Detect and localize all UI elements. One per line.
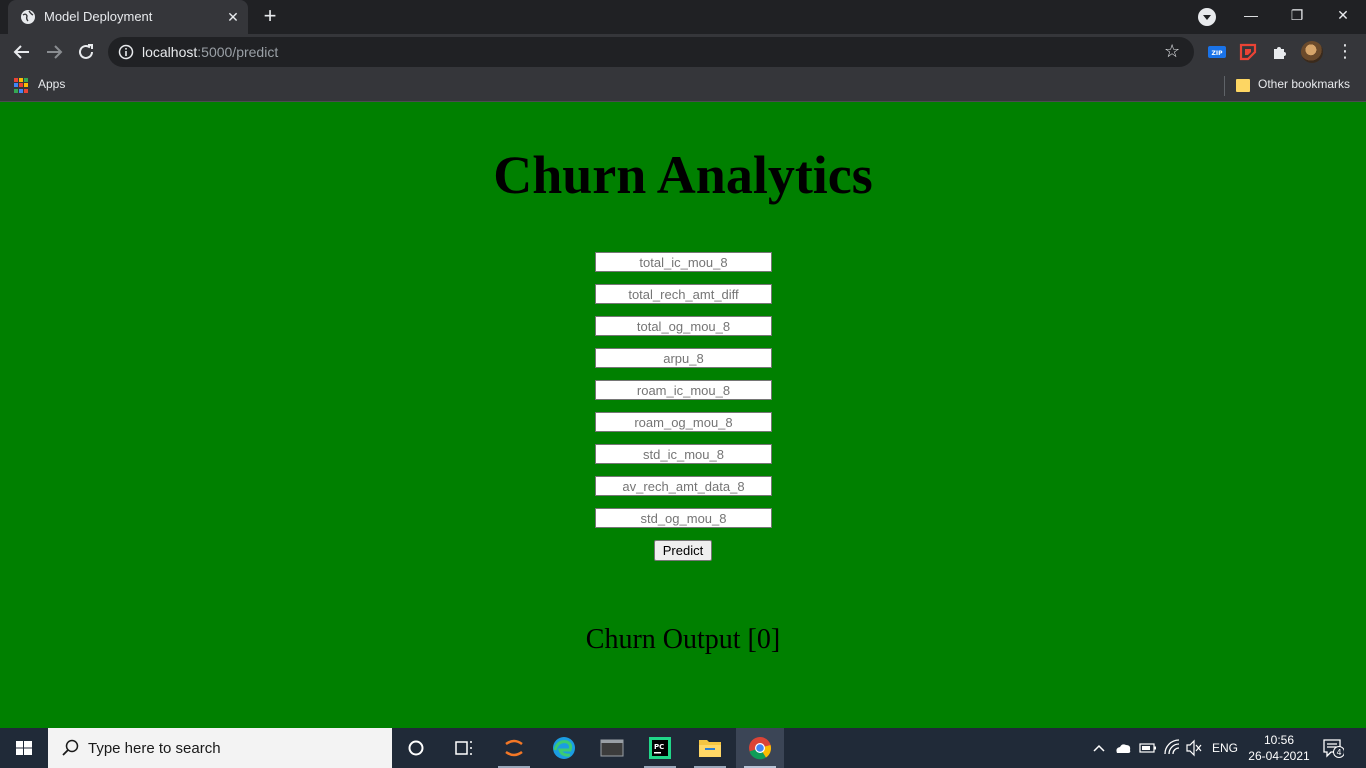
system-clock[interactable]: 10:56 26-04-2021 (1244, 732, 1314, 764)
tab-search-icon[interactable] (1198, 8, 1216, 26)
arpu-8-input[interactable] (595, 348, 772, 368)
cortana-icon[interactable] (392, 728, 440, 768)
profile-avatar[interactable] (1301, 41, 1323, 63)
chrome-taskbar-icon[interactable] (736, 728, 784, 768)
taskbar-search-placeholder: Type here to search (88, 740, 221, 757)
apps-grid-icon[interactable] (14, 78, 29, 93)
jupyter-taskbar-icon[interactable] (490, 728, 538, 768)
tab-title: Model Deployment (44, 9, 153, 24)
url-host: localhost (142, 44, 198, 60)
new-tab-icon[interactable]: + (258, 5, 282, 29)
windows-start-icon[interactable] (0, 728, 48, 768)
address-bar[interactable]: localhost:5000/predict ☆ (108, 37, 1194, 67)
svg-text:PC: PC (654, 743, 664, 751)
close-tab-icon[interactable]: ✕ (224, 8, 242, 26)
other-bookmarks[interactable]: Other bookmarks (1258, 77, 1350, 91)
predict-button[interactable]: Predict (654, 540, 712, 561)
volume-muted-icon[interactable] (1184, 728, 1204, 768)
browser-menu-icon[interactable]: ⋮ (1336, 40, 1354, 64)
roam-og-mou-8-input[interactable] (595, 412, 772, 432)
notification-count: 4 (1336, 748, 1341, 757)
chevron-up-icon[interactable] (1090, 728, 1108, 768)
terminal-icon[interactable] (588, 728, 636, 768)
browser-toolbar: localhost:5000/predict ☆ ZIP ⋮ (0, 34, 1366, 70)
prediction-form (595, 252, 772, 540)
std-og-mou-8-input[interactable] (595, 508, 772, 528)
av-rech-amt-data-8-input[interactable] (595, 476, 772, 496)
clock-time: 10:56 (1263, 733, 1295, 747)
restore-icon[interactable]: ❐ (1274, 0, 1320, 30)
notifications-icon[interactable]: 4 (1322, 738, 1345, 758)
page-title: Churn Analytics (493, 145, 873, 205)
apps-bookmark[interactable]: Apps (38, 77, 65, 91)
clock-date: 26-04-2021 (1248, 749, 1310, 763)
minimize-icon[interactable]: — (1228, 0, 1274, 30)
forward-icon[interactable] (42, 40, 66, 64)
wifi-icon[interactable] (1162, 728, 1182, 768)
search-icon (62, 739, 79, 756)
folder-icon (1236, 79, 1250, 92)
task-view-icon[interactable] (440, 728, 488, 768)
roam-ic-mou-8-input[interactable] (595, 380, 772, 400)
cloud-sync-icon[interactable] (1112, 728, 1134, 768)
battery-icon[interactable] (1138, 728, 1158, 768)
total-rech-amt-diff-input[interactable] (595, 284, 772, 304)
close-window-icon[interactable]: ✕ (1320, 0, 1366, 30)
file-explorer-taskbar-icon[interactable] (686, 728, 734, 768)
total-ic-mou-8-input[interactable] (595, 252, 772, 272)
bookmarks-bar: Apps Other bookmarks (0, 70, 1366, 102)
taskbar-search-box[interactable]: Type here to search (48, 728, 392, 768)
bookmark-star-icon[interactable]: ☆ (1164, 41, 1180, 62)
red-extension-icon[interactable] (1237, 41, 1259, 63)
churn-output: Churn Output [0] (585, 624, 781, 655)
browser-tab[interactable]: Model Deployment ✕ (8, 0, 248, 34)
edge-icon[interactable] (540, 728, 588, 768)
puzzle-icon[interactable] (1269, 41, 1291, 63)
zip-extension-icon[interactable]: ZIP (1206, 41, 1228, 63)
pycharm-taskbar-icon[interactable]: PC (636, 728, 684, 768)
windows-taskbar: Type here to search PC ENG 10:56 26-04-2… (0, 728, 1366, 768)
std-ic-mou-8-input[interactable] (595, 444, 772, 464)
site-info-icon[interactable] (118, 44, 134, 60)
page-content: Churn Analytics Predict Churn Output [0] (0, 102, 1366, 728)
svg-text:ZIP: ZIP (1212, 50, 1224, 57)
language-indicator[interactable]: ENG (1212, 728, 1238, 768)
bookmarks-separator (1224, 76, 1225, 96)
browser-title-bar: Model Deployment ✕ + — ❐ ✕ (0, 0, 1366, 34)
reload-icon[interactable] (74, 40, 98, 64)
url-text: localhost:5000/predict (142, 44, 278, 60)
total-og-mou-8-input[interactable] (595, 316, 772, 336)
globe-icon (21, 10, 35, 24)
url-path: :5000/predict (197, 44, 279, 60)
back-icon[interactable] (10, 40, 34, 64)
